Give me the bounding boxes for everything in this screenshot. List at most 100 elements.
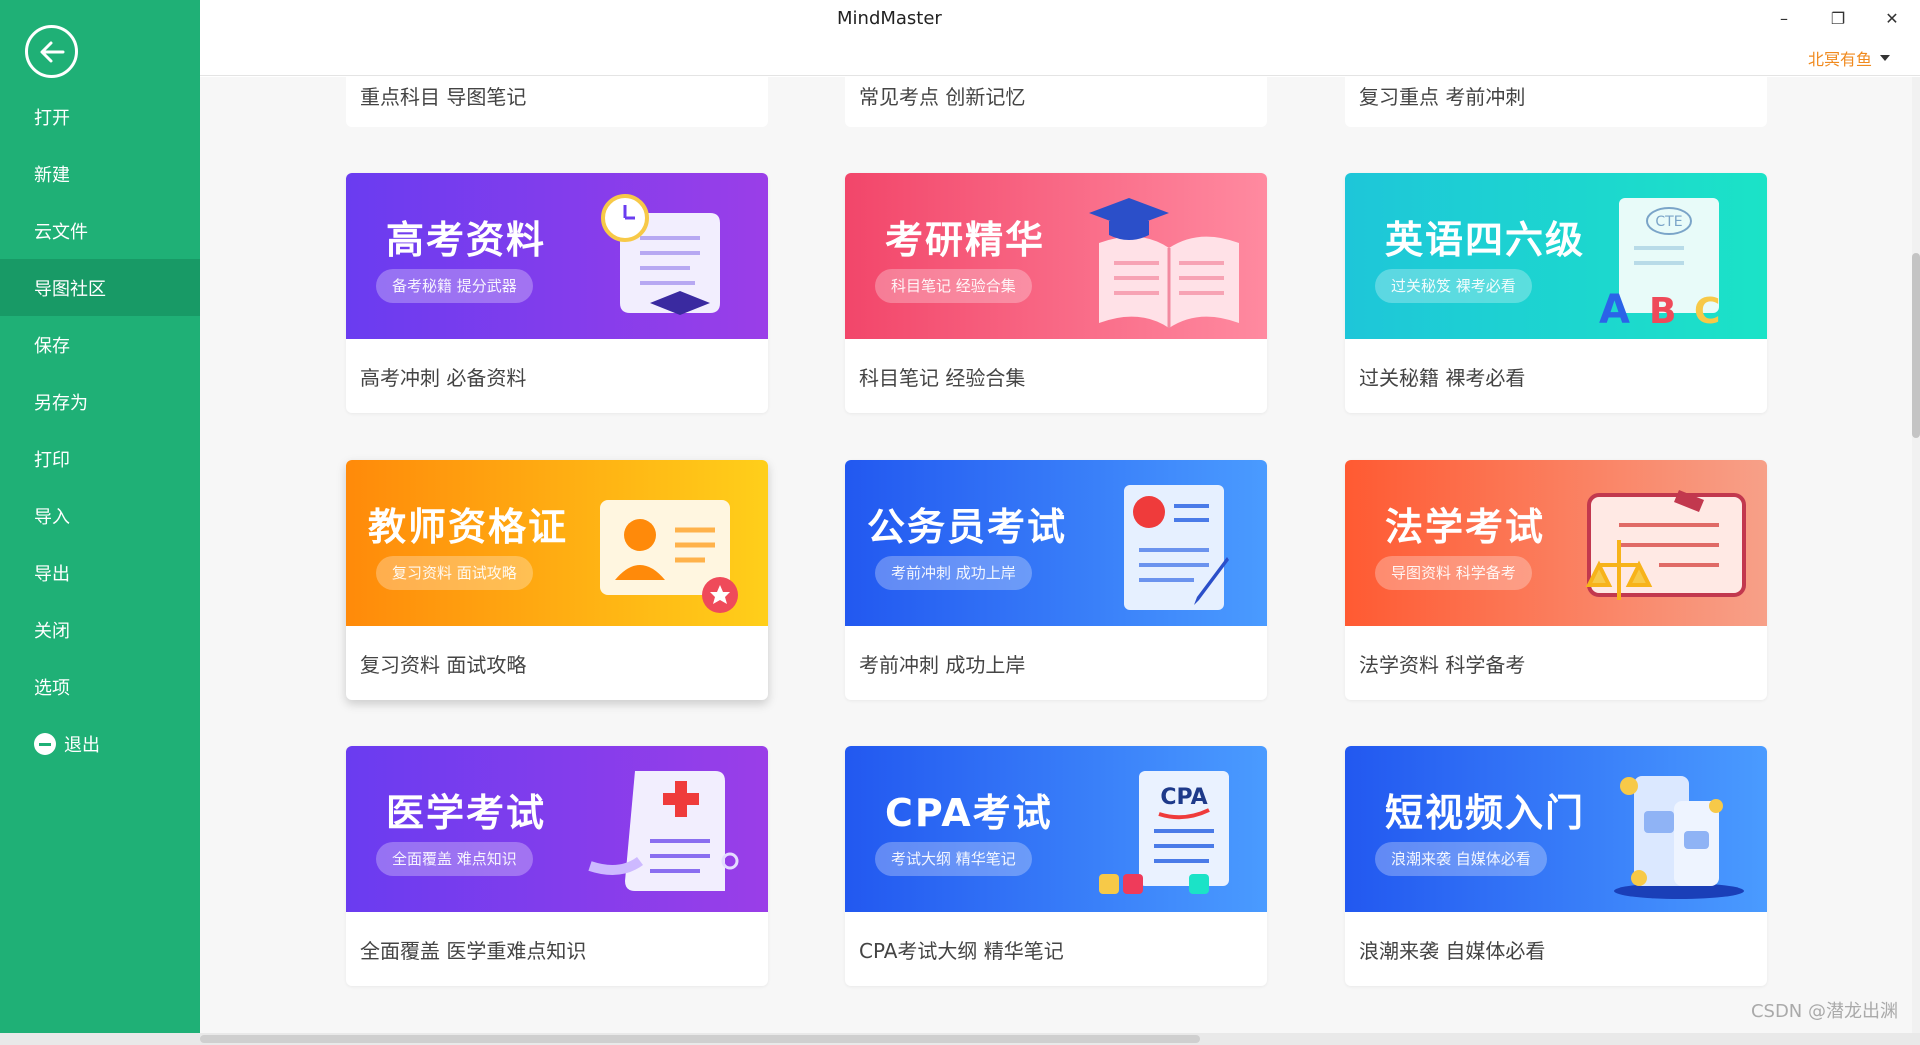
card-banner: 医学考试 全面覆盖 难点知识	[346, 746, 768, 912]
medical-document-icon	[588, 771, 739, 891]
watermark: CSDN @潜龙出渊	[1750, 1001, 1898, 1022]
card-caption: 过关秘籍 裸考必看	[1359, 365, 1526, 390]
sidebar-item-cloud-files[interactable]: 云文件	[0, 202, 200, 259]
user-menu[interactable]: 北冥有鱼	[1808, 46, 1890, 70]
sidebar-item-import[interactable]: 导入	[0, 487, 200, 544]
sidebar-item-print[interactable]: 打印	[0, 430, 200, 487]
book-graduation-cap-icon	[1089, 198, 1239, 328]
minimize-button[interactable]: –	[1766, 6, 1802, 30]
card-caption: 法学资料 科学备考	[1359, 652, 1526, 677]
banner-title: 高考资料	[386, 218, 547, 262]
banner-tag: 复习资料 面试攻略	[376, 556, 533, 590]
cte-label: CTE	[1655, 214, 1682, 230]
sidebar-item-label: 导出	[34, 563, 70, 585]
sidebar-item-label: 打印	[34, 449, 70, 471]
template-card[interactable]: 重点科目 导图笔记	[346, 77, 768, 127]
close-window-button[interactable]: ✕	[1874, 6, 1910, 30]
card-caption: 复习资料 面试攻略	[360, 652, 527, 677]
sidebar-item-exit[interactable]: 退出	[0, 715, 200, 772]
sidebar-item-label: 打开	[34, 107, 70, 129]
scroll-clock-icon	[601, 194, 720, 315]
banner-tag: 导图资料 科学备考	[1375, 556, 1532, 590]
phone-video-icon	[1614, 776, 1744, 899]
banner-title: 法学考试	[1385, 505, 1546, 549]
sidebar-item-export[interactable]: 导出	[0, 544, 200, 601]
banner-tag: 浪潮来袭 自媒体必看	[1375, 842, 1547, 876]
sidebar-item-label: 关闭	[34, 620, 70, 642]
sidebar-item-open[interactable]: 打开	[0, 88, 200, 145]
template-card[interactable]: 常见考点 创新记忆	[845, 77, 1267, 127]
sidebar-item-label: 保存	[34, 335, 70, 357]
template-card[interactable]: 复习重点 考前冲刺	[1345, 77, 1767, 127]
svg-text:B: B	[1649, 291, 1676, 332]
arrow-left-icon	[40, 41, 64, 62]
chevron-down-icon	[1880, 55, 1890, 61]
sidebar-item-community[interactable]: 导图社区	[0, 259, 200, 316]
template-card[interactable]: 短视频入门 浪潮来袭 自媒体必看 浪潮来袭 自媒体必看	[1345, 746, 1767, 986]
template-card[interactable]: 医学考试 全面覆盖 难点知识 全面覆盖 医学重难点知识	[346, 746, 768, 986]
card-caption: 常见考点 创新记忆	[859, 85, 1026, 109]
vertical-scroll-thumb[interactable]	[1912, 253, 1920, 438]
sidebar-item-options[interactable]: 选项	[0, 658, 200, 715]
banner-title: 医学考试	[386, 791, 547, 835]
card-banner: 公务员考试 考前冲刺 成功上岸	[845, 460, 1267, 626]
card-caption: 考前冲刺 成功上岸	[859, 652, 1026, 677]
banner-title: 短视频入门	[1385, 791, 1586, 835]
minimize-icon: –	[1780, 8, 1788, 28]
user-name: 北冥有鱼	[1807, 50, 1872, 69]
banner-tag: 备考秘籍 提分武器	[376, 269, 533, 303]
cpa-label: CPA	[1160, 785, 1207, 810]
sidebar-item-new[interactable]: 新建	[0, 145, 200, 202]
banner-tag: 全面覆盖 难点知识	[376, 842, 533, 876]
svg-text:C: C	[1694, 291, 1720, 332]
sidebar-item-label: 云文件	[34, 221, 88, 243]
template-card[interactable]: 高考资料 备考秘籍 提分武器 高考冲刺 必备资料	[346, 173, 768, 413]
banner-tag: 科目笔记 经验合集	[875, 269, 1032, 303]
sidebar-item-label: 导图社区	[34, 278, 106, 300]
card-banner: 法学考试 导图资料 科学备考	[1345, 460, 1767, 626]
banner-title: 教师资格证	[368, 505, 569, 549]
banner-tag: 过关秘笈 裸考必看	[1375, 269, 1532, 303]
card-caption: 高考冲刺 必备资料	[360, 365, 527, 390]
banner-title: 考研精华	[885, 218, 1046, 262]
card-caption: 浪潮来袭 自媒体必看	[1359, 938, 1546, 963]
template-card[interactable]: 法学考试 导图资料 科学备考 法学资料 科学备考	[1345, 460, 1767, 700]
sidebar: 打开 新建 云文件 导图社区 保存 另存为 打印 导入 导出 关闭 选项 退出	[0, 0, 200, 1033]
template-card[interactable]: 教师资格证 复习资料 面试攻略 复习资料 面试攻略	[346, 460, 768, 700]
sidebar-item-label: 新建	[34, 164, 70, 186]
document-emblem-icon	[1124, 485, 1229, 610]
template-card[interactable]: 考研精华 科目笔记 经验合集 科目笔记 经验合集	[845, 173, 1267, 413]
close-icon: ✕	[1885, 8, 1899, 28]
sidebar-item-label: 导入	[34, 506, 70, 528]
sidebar-item-close[interactable]: 关闭	[0, 601, 200, 658]
card-banner: CPA考试 考试大纲 精华笔记 CPA	[845, 746, 1267, 912]
card-banner: 教师资格证 复习资料 面试攻略	[346, 460, 768, 626]
teacher-card-icon	[600, 500, 738, 613]
card-caption: CPA考试大纲 精华笔记	[859, 938, 1064, 963]
sidebar-item-label: 另存为	[34, 392, 88, 414]
back-button[interactable]	[25, 25, 78, 78]
cpa-calculator-icon: CPA	[1099, 771, 1229, 894]
banner-title: CPA考试	[885, 791, 1053, 835]
card-caption: 复习重点 考前冲刺	[1359, 85, 1526, 109]
sidebar-item-save[interactable]: 保存	[0, 316, 200, 373]
vertical-scrollbar[interactable]	[1912, 77, 1920, 1033]
banner-title: 公务员考试	[867, 505, 1068, 549]
banner-title: 英语四六级	[1385, 218, 1586, 262]
template-card[interactable]: CPA考试 考试大纲 精华笔记 CPA CPA考试大纲 精华笔记	[845, 746, 1267, 986]
title-bar: MindMaster – ❐ ✕ 北冥有鱼	[200, 0, 1920, 76]
card-caption: 科目笔记 经验合集	[859, 365, 1026, 390]
app-title: MindMaster	[837, 8, 942, 29]
restore-button[interactable]: ❐	[1820, 6, 1856, 30]
restore-icon: ❐	[1830, 8, 1846, 28]
minus-circle-icon	[34, 732, 56, 755]
horizontal-scroll-thumb[interactable]	[200, 1035, 1200, 1043]
abc-certificate-icon: CTE A B C	[1599, 198, 1720, 333]
card-banner: 高考资料 备考秘籍 提分武器	[346, 173, 768, 339]
sidebar-item-label: 退出	[64, 734, 100, 756]
template-card[interactable]: 公务员考试 考前冲刺 成功上岸 考前冲刺 成功上岸	[845, 460, 1267, 700]
card-banner: 短视频入门 浪潮来袭 自媒体必看	[1345, 746, 1767, 912]
template-card[interactable]: 英语四六级 过关秘笈 裸考必看 CTE A B C 过关秘籍 裸考必看	[1345, 173, 1767, 413]
svg-text:A: A	[1599, 287, 1630, 333]
sidebar-item-save-as[interactable]: 另存为	[0, 373, 200, 430]
